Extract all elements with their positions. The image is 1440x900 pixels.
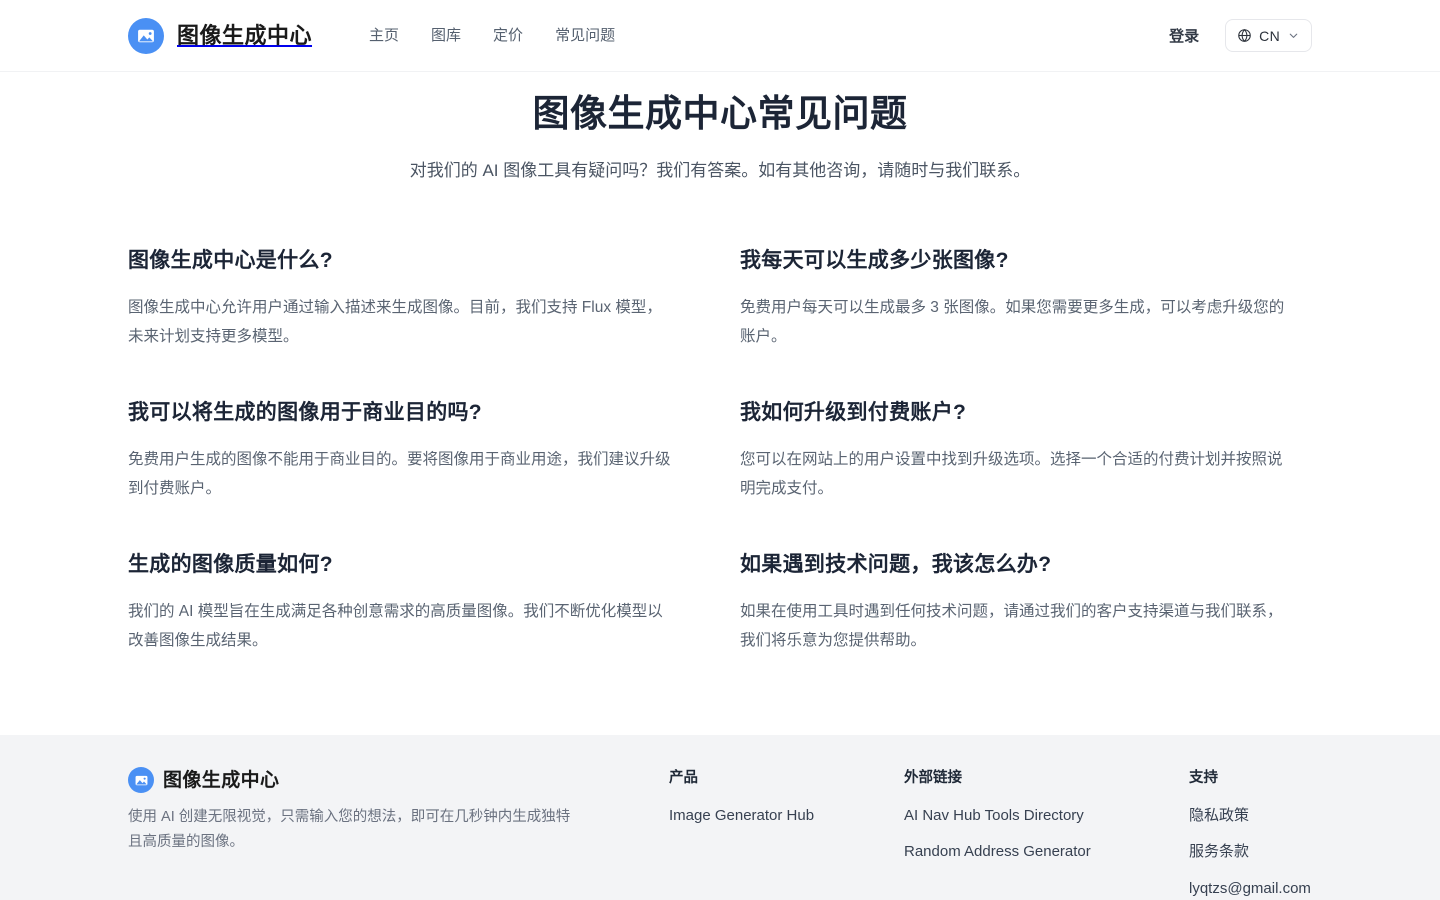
footer-brand-name: 图像生成中心 <box>163 769 280 791</box>
faq-main: 图像生成中心常见问题 对我们的 AI 图像工具有疑问吗？我们有答案。如有其他咨询… <box>0 72 1440 735</box>
faq-answer: 免费用户生成的图像不能用于商业目的。要将图像用于商业用途，我们建议升级到付费账户… <box>128 451 671 497</box>
faq-item: 我每天可以生成多少张图像? 免费用户每天可以生成最多 3 张图像。如果您需要更多… <box>740 247 1312 399</box>
nav-item-pricing[interactable]: 定价 <box>493 28 523 43</box>
page-subtitle: 对我们的 AI 图像工具有疑问吗？我们有答案。如有其他咨询，请随时与我们联系。 <box>409 161 1031 181</box>
site-footer: 图像生成中心 使用 AI 创建无限视觉，只需输入您的想法，即可在几秒钟内生成独特… <box>0 735 1440 900</box>
page-root: 图像生成中心 主页 图库 定价 常见问题 登录 CN 图像生成中心常见问题 对我… <box>0 0 1440 900</box>
footer-column-support: 支持 隐私政策 服务条款 lyqtzs@gmail.com <box>1189 767 1311 900</box>
faq-question: 我如何升级到付费账户? <box>740 400 967 424</box>
footer-column-external-links: 外部链接 AI Nav Hub Tools Directory Random A… <box>904 767 1189 864</box>
faq-answer: 如果在使用工具时遇到任何技术问题，请通过我们的客户支持渠道与我们联系，我们将乐意… <box>740 602 1283 649</box>
header-actions: 登录 CN <box>1169 19 1312 52</box>
language-selector[interactable]: CN <box>1225 19 1312 52</box>
main-navigation: 主页 图库 定价 常见问题 <box>369 28 615 43</box>
faq-item: 图像生成中心是什么? 图像生成中心允许用户通过输入描述来生成图像。目前，我们支持… <box>128 247 700 399</box>
faq-item: 我如何升级到付费账户? 您可以在网站上的用户设置中找到升级选项。选择一个合适的付… <box>740 399 1312 551</box>
brand-name: 图像生成中心 <box>177 22 313 48</box>
faq-question: 如果遇到技术问题，我该怎么办? <box>740 552 1052 576</box>
page-title: 图像生成中心常见问题 <box>532 93 908 134</box>
faq-answer: 我们的 AI 模型旨在生成满足各种创意需求的高质量图像。我们不断优化模型以改善图… <box>128 602 663 649</box>
faq-item: 生成的图像质量如何? 我们的 AI 模型旨在生成满足各种创意需求的高质量图像。我… <box>128 551 700 703</box>
faq-question: 图像生成中心是什么? <box>128 249 333 273</box>
footer-column-products: 产品 Image Generator Hub <box>669 767 904 827</box>
footer-link-random-address-generator[interactable]: Random Address Generator <box>904 841 1189 864</box>
brand-logo-link[interactable]: 图像生成中心 <box>128 17 313 54</box>
nav-item-faq[interactable]: 常见问题 <box>555 28 615 43</box>
footer-link-ai-nav-hub[interactable]: AI Nav Hub Tools Directory <box>904 805 1189 828</box>
footer-column-title: 产品 <box>669 770 698 786</box>
faq-item: 如果遇到技术问题，我该怎么办? 如果在使用工具时遇到任何技术问题，请通过我们的客… <box>740 551 1312 703</box>
footer-tagline: 使用 AI 创建无限视觉，只需输入您的想法，即可在几秒钟内生成独特且高质量的图像… <box>128 809 571 851</box>
footer-link-image-generator-hub[interactable]: Image Generator Hub <box>669 805 904 828</box>
faq-answer: 图像生成中心允许用户通过输入描述来生成图像。目前，我们支持 Flux 模型，未来… <box>128 299 662 346</box>
site-header: 图像生成中心 主页 图库 定价 常见问题 登录 CN <box>0 0 1440 72</box>
globe-icon <box>1237 28 1252 43</box>
footer-link-privacy-policy[interactable]: 隐私政策 <box>1189 805 1311 828</box>
chevron-down-icon <box>1287 29 1300 42</box>
faq-item: 我可以将生成的图像用于商业目的吗? 免费用户生成的图像不能用于商业目的。要将图像… <box>128 399 700 551</box>
nav-item-gallery[interactable]: 图库 <box>431 28 461 43</box>
faq-question: 我可以将生成的图像用于商业目的吗? <box>128 400 482 424</box>
footer-brand-column: 图像生成中心 使用 AI 创建无限视觉，只需输入您的想法，即可在几秒钟内生成独特… <box>128 767 669 856</box>
faq-question: 我每天可以生成多少张图像? <box>740 249 1009 273</box>
image-logo-icon <box>128 767 154 793</box>
language-code: CN <box>1259 27 1280 44</box>
faq-question: 生成的图像质量如何? <box>128 552 333 576</box>
nav-item-home[interactable]: 主页 <box>369 28 399 43</box>
login-button[interactable]: 登录 <box>1169 25 1199 46</box>
footer-column-title: 支持 <box>1189 770 1218 786</box>
faq-grid: 图像生成中心是什么? 图像生成中心允许用户通过输入描述来生成图像。目前，我们支持… <box>128 247 1312 702</box>
faq-answer: 您可以在网站上的用户设置中找到升级选项。选择一个合适的付费计划并按照说明完成支付… <box>740 451 1283 497</box>
footer-brand[interactable]: 图像生成中心 <box>128 767 669 793</box>
footer-link-support-email[interactable]: lyqtzs@gmail.com <box>1189 878 1311 900</box>
footer-link-terms-of-service[interactable]: 服务条款 <box>1189 841 1311 864</box>
footer-column-title: 外部链接 <box>904 770 962 786</box>
image-logo-icon <box>128 17 164 54</box>
faq-answer: 免费用户每天可以生成最多 3 张图像。如果您需要更多生成，可以考虑升级您的账户。 <box>740 299 1285 346</box>
